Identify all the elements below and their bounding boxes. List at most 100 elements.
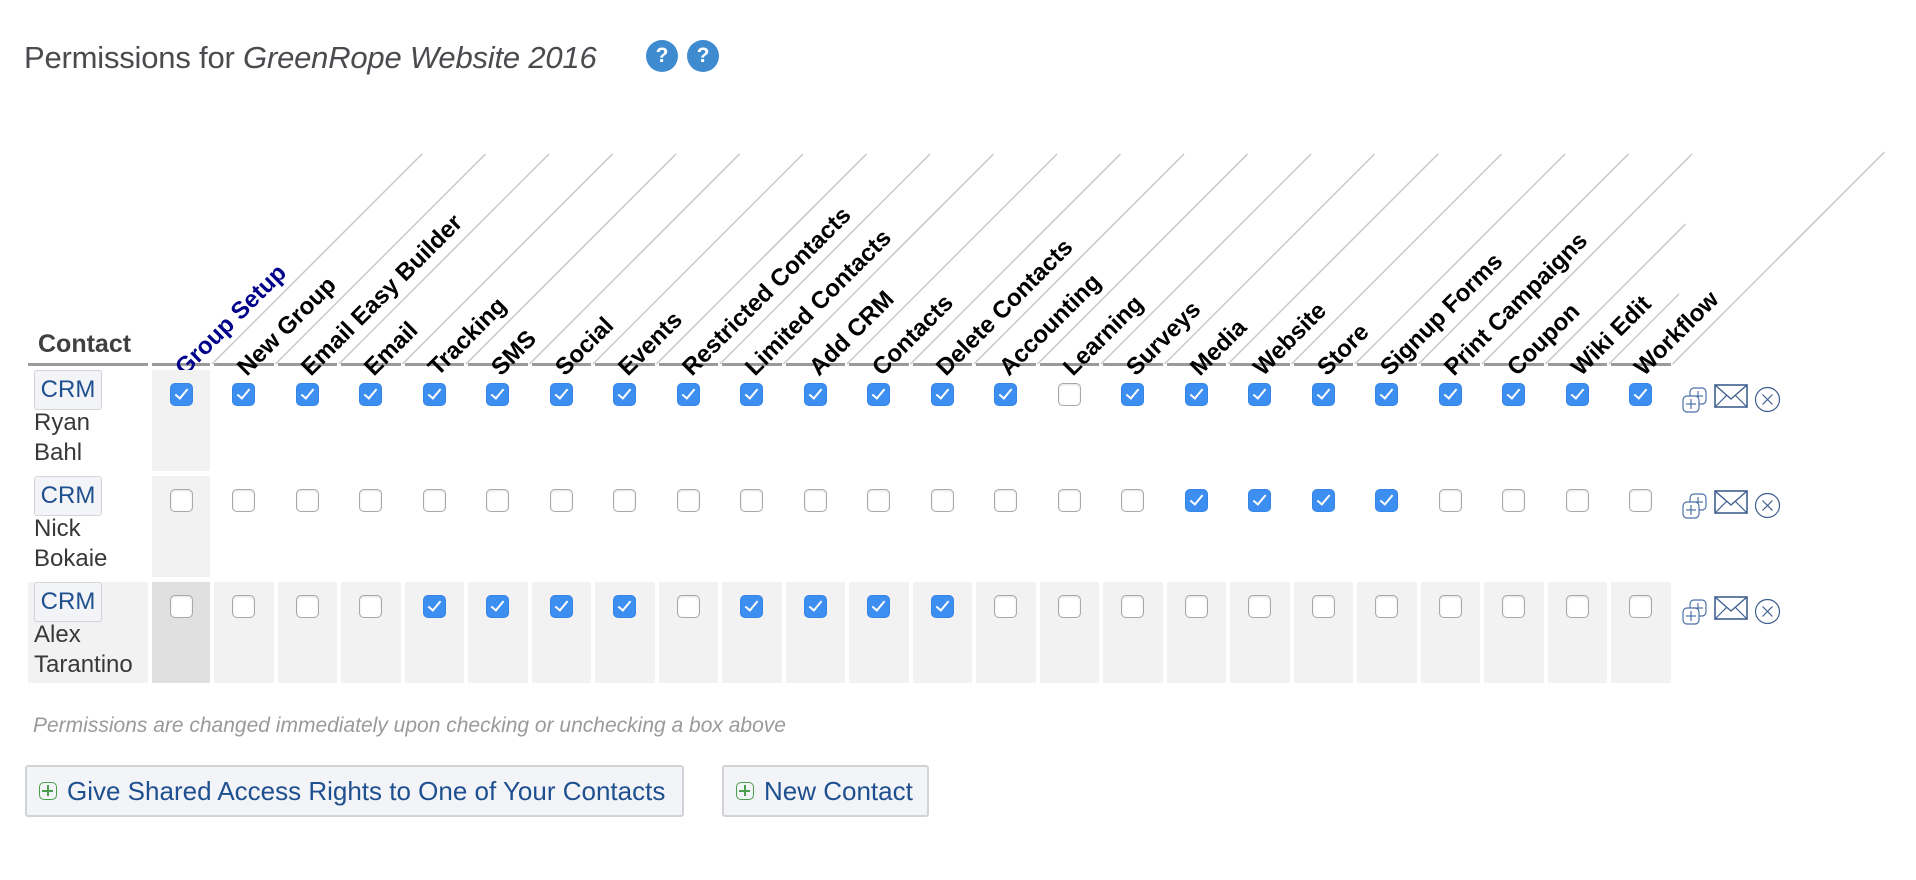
permission-checkbox-group-setup[interactable] (170, 595, 193, 618)
permission-checkbox-contacts[interactable] (867, 595, 890, 618)
email-icon[interactable] (1713, 384, 1748, 408)
permission-checkbox-new-group[interactable] (232, 489, 255, 512)
permission-checkbox-surveys[interactable] (1121, 383, 1144, 406)
permission-checkbox-media[interactable] (1184, 595, 1208, 618)
permission-checkbox-sms[interactable] (486, 383, 509, 406)
permission-checkbox-store[interactable] (1311, 489, 1335, 512)
permission-checkbox-workflow[interactable] (1629, 383, 1652, 406)
permission-cell (1548, 476, 1608, 577)
permission-checkbox-signup-forms[interactable] (1375, 383, 1398, 406)
contact-column-header: Contact (38, 330, 132, 358)
permission-checkbox-learning[interactable] (1057, 489, 1081, 512)
duplicate-add-icon[interactable] (1681, 598, 1709, 626)
permission-checkbox-print-campaigns[interactable] (1438, 383, 1462, 406)
permission-checkbox-sms[interactable] (486, 489, 509, 512)
crm-button[interactable]: CRM (34, 476, 102, 516)
permission-checkbox-wiki-edit[interactable] (1565, 595, 1589, 618)
permission-checkbox-email-easy-builder[interactable] (295, 489, 319, 512)
help-icon-2[interactable]: ? (687, 40, 719, 72)
permission-checkbox-wiki-edit[interactable] (1565, 383, 1589, 406)
permission-cell (1357, 582, 1417, 683)
permission-checkbox-coupon[interactable] (1502, 383, 1525, 406)
permission-checkbox-print-campaigns[interactable] (1438, 595, 1462, 618)
permission-checkbox-coupon[interactable] (1502, 489, 1525, 512)
permission-checkbox-website[interactable] (1248, 595, 1271, 618)
permission-cell (278, 370, 338, 471)
permission-checkbox-social[interactable] (549, 383, 573, 406)
permission-checkbox-media[interactable] (1184, 383, 1208, 406)
permission-checkbox-limited-contacts[interactable] (740, 489, 763, 512)
new-contact-button[interactable]: New Contact (722, 765, 929, 817)
permission-checkbox-events[interactable] (613, 383, 636, 406)
permission-checkbox-tracking[interactable] (422, 383, 446, 406)
row-actions (1681, 592, 1791, 626)
permission-checkbox-events[interactable] (613, 489, 636, 512)
permission-checkbox-email[interactable] (359, 383, 382, 406)
permission-checkbox-delete-contacts[interactable] (930, 383, 954, 406)
permission-checkbox-workflow[interactable] (1629, 595, 1652, 618)
duplicate-add-icon[interactable] (1681, 492, 1709, 520)
permission-checkbox-accounting[interactable] (994, 595, 1017, 618)
email-icon[interactable] (1713, 490, 1748, 514)
permission-checkbox-signup-forms[interactable] (1375, 489, 1398, 512)
permission-checkbox-new-group[interactable] (232, 383, 255, 406)
permission-checkbox-signup-forms[interactable] (1375, 595, 1398, 618)
permission-checkbox-media[interactable] (1184, 489, 1208, 512)
permission-checkbox-add-crm[interactable] (803, 383, 827, 406)
permission-checkbox-contacts[interactable] (867, 383, 890, 406)
permission-checkbox-add-crm[interactable] (803, 489, 827, 512)
contact-first-name: Nick (34, 515, 81, 542)
permission-checkbox-store[interactable] (1311, 595, 1335, 618)
permission-checkbox-new-group[interactable] (232, 595, 255, 618)
remove-icon[interactable] (1754, 492, 1781, 519)
permission-checkbox-restricted-contacts[interactable] (676, 595, 700, 618)
permission-checkbox-accounting[interactable] (994, 489, 1017, 512)
permission-checkbox-website[interactable] (1248, 383, 1271, 406)
permission-checkbox-social[interactable] (549, 595, 573, 618)
permission-checkbox-add-crm[interactable] (803, 595, 827, 618)
permission-checkbox-limited-contacts[interactable] (740, 383, 763, 406)
permission-checkbox-email[interactable] (359, 595, 382, 618)
column-divider-line (1671, 151, 1886, 365)
permission-checkbox-accounting[interactable] (994, 383, 1017, 406)
permission-checkbox-store[interactable] (1311, 383, 1335, 406)
row-actions (1681, 486, 1791, 520)
permission-checkbox-tracking[interactable] (422, 595, 446, 618)
permission-checkbox-sms[interactable] (486, 595, 509, 618)
help-icon[interactable]: ? (646, 40, 678, 72)
permission-checkbox-email-easy-builder[interactable] (295, 383, 319, 406)
permission-checkbox-workflow[interactable] (1629, 489, 1652, 512)
permission-cell (531, 582, 591, 683)
permission-checkbox-group-setup[interactable] (170, 383, 193, 406)
permission-checkbox-delete-contacts[interactable] (930, 489, 954, 512)
permission-checkbox-email-easy-builder[interactable] (295, 595, 319, 618)
permission-checkbox-print-campaigns[interactable] (1438, 489, 1462, 512)
permission-checkbox-tracking[interactable] (422, 489, 446, 512)
give-shared-access-button[interactable]: Give Shared Access Rights to One of Your… (25, 765, 684, 817)
permission-checkbox-learning[interactable] (1057, 595, 1081, 618)
permission-checkbox-group-setup[interactable] (170, 489, 193, 512)
permission-checkbox-limited-contacts[interactable] (740, 595, 763, 618)
permission-checkbox-delete-contacts[interactable] (930, 595, 954, 618)
permission-checkbox-events[interactable] (613, 595, 636, 618)
remove-icon[interactable] (1754, 386, 1781, 413)
permission-checkbox-learning[interactable] (1057, 383, 1081, 406)
permission-checkbox-surveys[interactable] (1121, 489, 1144, 512)
permission-checkbox-restricted-contacts[interactable] (676, 489, 700, 512)
permission-checkbox-website[interactable] (1248, 489, 1271, 512)
duplicate-add-icon[interactable] (1681, 386, 1709, 414)
permission-checkbox-email[interactable] (359, 489, 382, 512)
email-icon[interactable] (1713, 596, 1748, 620)
crm-button[interactable]: CRM (34, 582, 102, 622)
help-glyph: ? (655, 44, 669, 67)
permission-checkbox-contacts[interactable] (867, 489, 890, 512)
permission-cell (849, 476, 909, 577)
permissions-note: Permissions are changed immediately upon… (33, 714, 786, 737)
permission-checkbox-wiki-edit[interactable] (1565, 489, 1589, 512)
remove-icon[interactable] (1754, 598, 1781, 625)
permission-checkbox-social[interactable] (549, 489, 573, 512)
permission-checkbox-surveys[interactable] (1121, 595, 1144, 618)
permission-checkbox-coupon[interactable] (1502, 595, 1525, 618)
permission-checkbox-restricted-contacts[interactable] (676, 383, 700, 406)
crm-button[interactable]: CRM (34, 370, 102, 410)
